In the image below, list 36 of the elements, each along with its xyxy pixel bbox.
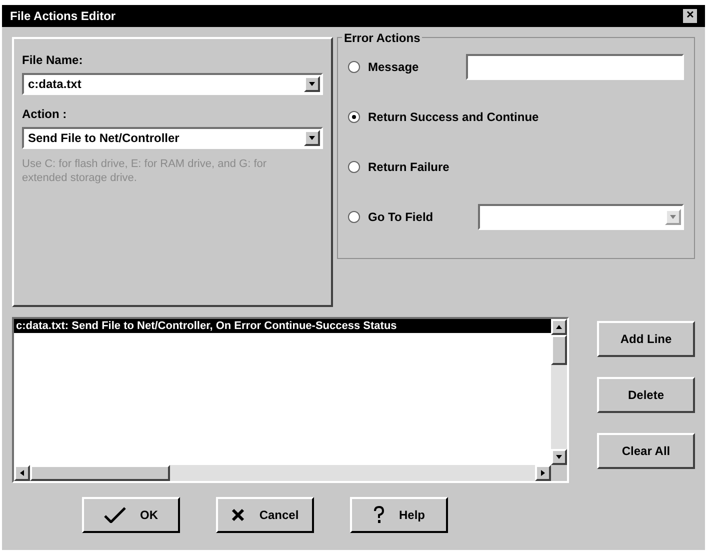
hint-text: Use C: for flash drive, E: for RAM drive, and G: for extended storage drive. <box>22 157 268 185</box>
scroll-down-icon[interactable] <box>551 449 567 465</box>
close-button[interactable]: ✕ <box>683 9 697 23</box>
window-title: File Actions Editor <box>10 8 116 25</box>
message-field[interactable] <box>466 54 684 80</box>
dialog-button[interactable]: OK <box>82 497 180 533</box>
option-label: Return Success and Continue <box>368 109 539 126</box>
action-label: Action : <box>22 106 68 123</box>
scroll-left-icon[interactable] <box>14 465 30 481</box>
side-button[interactable]: Delete <box>597 377 695 413</box>
radio-button[interactable] <box>348 111 360 123</box>
scroll-thumb[interactable] <box>551 335 567 365</box>
radio-button[interactable] <box>348 161 360 173</box>
question-mark-icon <box>372 506 385 524</box>
file-name-dropdown[interactable]: c:data.txt <box>22 73 323 95</box>
scroll-thumb[interactable] <box>30 465 170 481</box>
close-icon <box>231 508 246 522</box>
file-name-label: File Name: <box>22 52 84 69</box>
horizontal-scrollbar[interactable] <box>14 465 551 481</box>
scroll-up-icon[interactable] <box>551 319 567 335</box>
action-dropdown[interactable]: Send File to Net/Controller <box>22 127 323 149</box>
option-label: Message <box>368 59 419 76</box>
option-label: Return Failure <box>368 159 450 176</box>
dialog-button[interactable]: Help <box>350 497 448 533</box>
check-icon <box>104 507 126 523</box>
dialog-button[interactable]: Cancel <box>216 497 314 533</box>
radio-button[interactable] <box>348 61 360 73</box>
list-row[interactable]: c:data.txt: Send File to Net/Controller, On Error Continue-Success Status <box>14 319 551 333</box>
option-label: Go To Field <box>368 209 434 226</box>
field-dropdown[interactable] <box>478 204 684 230</box>
scroll-right-icon[interactable] <box>535 465 551 481</box>
scrollbar-corner <box>551 465 567 481</box>
vertical-scrollbar[interactable] <box>551 319 567 465</box>
radio-button[interactable] <box>348 211 360 223</box>
side-button[interactable]: Add Line <box>597 321 695 357</box>
side-button[interactable]: Clear All <box>597 433 695 469</box>
